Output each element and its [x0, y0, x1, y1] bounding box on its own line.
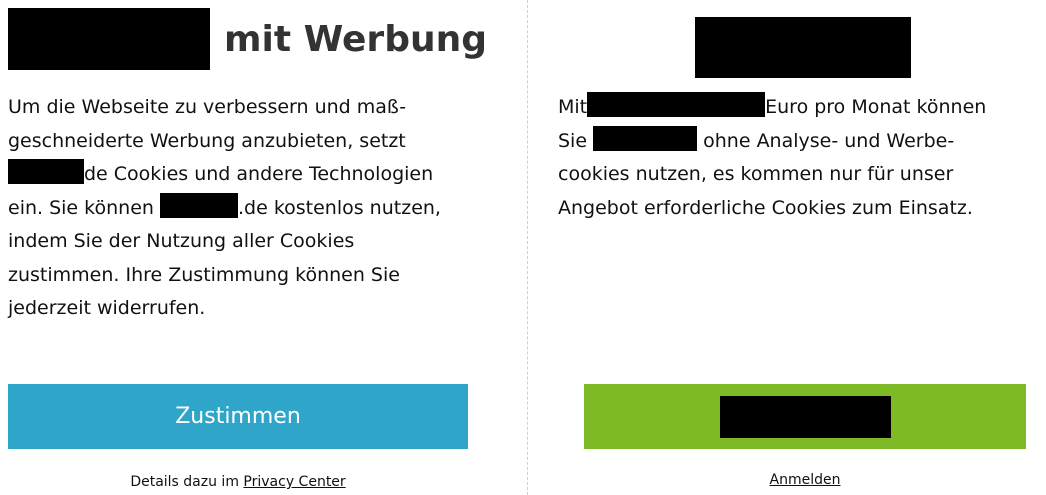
- login-wrapper: Anmelden: [584, 472, 1026, 488]
- left-line-3-text: de Cookies und andere Technologien: [84, 163, 434, 185]
- left-description: Um die Webseite zu verbessern und maß- g…: [8, 91, 498, 326]
- right-line-3: cookies nutzen, es kommen nur für unser: [558, 163, 954, 185]
- left-line-5: indem Sie der Nutzung aller Cookies: [8, 230, 355, 252]
- right-line-1-text-a: Mit: [558, 96, 588, 118]
- right-line-4: Angebot erforderliche Cookies zum Einsat…: [558, 196, 973, 219]
- left-line-6: zustimmen. Ihre Zustimmung können Sie: [8, 263, 400, 286]
- right-description: Mit Euro pro Monat können Sie ohne Analys…: [558, 91, 1038, 225]
- redacted-price: [587, 92, 766, 117]
- left-line-7: jederzeit widerrufen.: [8, 297, 206, 319]
- left-line-1: Um die Webseite zu verbessern und maß-: [8, 96, 407, 118]
- right-line-2-text-b: ohne Analyse- und Werbe-: [703, 129, 955, 152]
- subscribe-button[interactable]: [584, 384, 1026, 449]
- right-line-1: Mit Euro pro Monat können: [558, 91, 1038, 125]
- redacted-brand: [593, 125, 698, 151]
- login-link[interactable]: Anmelden: [770, 472, 841, 488]
- left-line-2: geschneiderte Werbung anzubieten, setzt: [8, 129, 406, 152]
- redacted-brand-logo: [8, 8, 210, 70]
- redacted-brand: [159, 192, 238, 218]
- left-line-4-text-b: .de kostenlos nutzen,: [237, 196, 441, 219]
- right-line-2-text-a: Sie: [558, 129, 588, 152]
- privacy-details: Details dazu im Privacy Center: [8, 474, 468, 490]
- left-line-4: ein. Sie können .de kostenlos nutzen,: [8, 192, 498, 226]
- left-heading-text: mit Werbung: [224, 18, 487, 60]
- left-line-3: de Cookies und andere Technologien: [8, 158, 498, 192]
- right-line-2: Sie ohne Analyse- und Werbe-: [558, 125, 1038, 159]
- redacted-subscription-heading: [695, 17, 911, 78]
- privacy-center-link[interactable]: Privacy Center: [243, 474, 345, 490]
- right-line-1-text-b: Euro pro Monat können: [765, 96, 987, 118]
- left-line-4-text-a: ein. Sie können: [8, 196, 154, 219]
- agree-button[interactable]: Zustimmen: [8, 384, 468, 449]
- redacted-subscribe-label: [719, 395, 891, 438]
- consent-dialog: mit Werbung Um die Webseite zu verbesser…: [0, 0, 1046, 495]
- redacted-brand: [8, 159, 84, 184]
- column-divider: [527, 0, 528, 495]
- left-heading: mit Werbung: [8, 8, 487, 70]
- details-prefix: Details dazu im: [130, 474, 239, 490]
